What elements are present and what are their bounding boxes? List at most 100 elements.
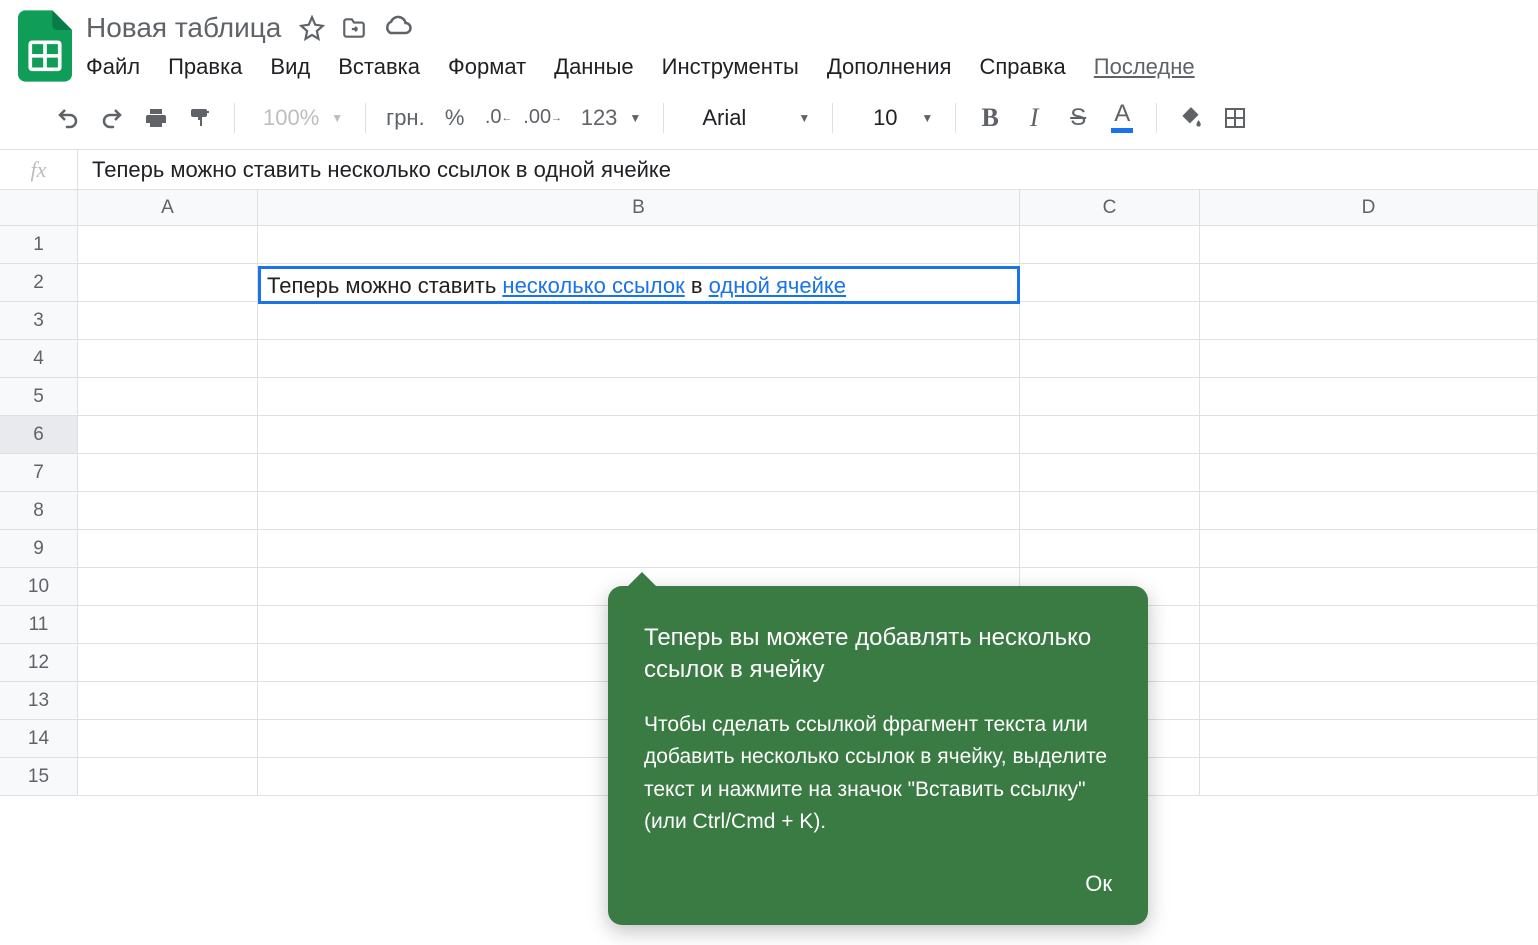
cell[interactable] [258, 454, 1020, 491]
row-header[interactable]: 7 [0, 454, 78, 491]
currency-button[interactable]: грн. [380, 98, 431, 138]
cell[interactable] [1200, 492, 1538, 529]
redo-button[interactable] [92, 98, 132, 138]
row-header[interactable]: 3 [0, 302, 78, 339]
print-button[interactable] [136, 98, 176, 138]
cell[interactable] [1200, 226, 1538, 263]
cell[interactable] [78, 454, 258, 491]
column-header-b[interactable]: B [258, 190, 1020, 225]
cell[interactable] [1020, 454, 1200, 491]
cell[interactable] [78, 606, 258, 643]
cell[interactable] [1200, 340, 1538, 377]
cell[interactable] [1020, 416, 1200, 453]
cell[interactable] [78, 340, 258, 377]
cell[interactable] [1200, 264, 1538, 301]
increase-decimal-button[interactable]: .00→ [523, 98, 563, 138]
font-family-dropdown[interactable]: Arial▼ [678, 105, 818, 131]
menu-data[interactable]: Данные [554, 54, 633, 80]
cell[interactable] [1020, 340, 1200, 377]
cell[interactable] [258, 378, 1020, 415]
cell[interactable] [1200, 454, 1538, 491]
cell[interactable] [258, 416, 1020, 453]
cell[interactable] [1020, 264, 1200, 301]
cell[interactable] [78, 568, 258, 605]
row-header[interactable]: 15 [0, 758, 78, 795]
cell[interactable] [78, 720, 258, 757]
cell[interactable] [1020, 378, 1200, 415]
zoom-dropdown[interactable]: 100%▼ [249, 105, 351, 131]
fill-color-button[interactable] [1171, 98, 1211, 138]
bold-button[interactable]: B [970, 98, 1010, 138]
borders-button[interactable] [1215, 98, 1255, 138]
row-header[interactable]: 14 [0, 720, 78, 757]
cell[interactable] [258, 226, 1020, 263]
star-icon[interactable] [299, 15, 325, 41]
cell[interactable] [258, 302, 1020, 339]
cell[interactable] [1200, 302, 1538, 339]
cell[interactable] [1200, 720, 1538, 757]
row-header[interactable]: 2 [0, 264, 78, 301]
number-format-dropdown[interactable]: 123▼ [567, 105, 650, 131]
cell[interactable] [78, 682, 258, 719]
cell[interactable] [78, 416, 258, 453]
menu-file[interactable]: Файл [86, 54, 140, 80]
cell[interactable] [1200, 758, 1538, 795]
cloud-status-icon[interactable] [383, 15, 413, 41]
cell[interactable] [1020, 492, 1200, 529]
cell[interactable] [1020, 530, 1200, 567]
paint-format-button[interactable] [180, 98, 220, 138]
menu-insert[interactable]: Вставка [338, 54, 420, 80]
cell[interactable] [1200, 568, 1538, 605]
cell[interactable] [78, 758, 258, 795]
column-header-c[interactable]: C [1020, 190, 1200, 225]
decrease-decimal-button[interactable]: .0← [479, 98, 519, 138]
cell[interactable] [258, 340, 1020, 377]
italic-button[interactable]: I [1014, 98, 1054, 138]
formula-input[interactable] [78, 150, 1538, 189]
text-color-button[interactable]: A [1102, 98, 1142, 138]
cell[interactable] [258, 492, 1020, 529]
undo-button[interactable] [48, 98, 88, 138]
menu-last-edit[interactable]: Последне [1094, 54, 1195, 80]
cell[interactable] [1200, 682, 1538, 719]
menu-format[interactable]: Формат [448, 54, 526, 80]
row-header[interactable]: 5 [0, 378, 78, 415]
column-header-a[interactable]: A [78, 190, 258, 225]
cell[interactable] [1200, 530, 1538, 567]
select-all-corner[interactable] [0, 190, 78, 225]
row-header[interactable]: 1 [0, 226, 78, 263]
row-header[interactable]: 10 [0, 568, 78, 605]
cell[interactable] [1200, 416, 1538, 453]
row-header[interactable]: 13 [0, 682, 78, 719]
menu-view[interactable]: Вид [270, 54, 310, 80]
row-header[interactable]: 9 [0, 530, 78, 567]
menu-edit[interactable]: Правка [168, 54, 242, 80]
percent-button[interactable]: % [435, 98, 475, 138]
cell[interactable] [258, 264, 1020, 301]
cell[interactable] [1200, 644, 1538, 681]
cell[interactable] [78, 378, 258, 415]
row-header[interactable]: 4 [0, 340, 78, 377]
move-icon[interactable] [341, 15, 367, 41]
row-header[interactable]: 12 [0, 644, 78, 681]
cell[interactable] [258, 530, 1020, 567]
document-title[interactable]: Новая таблица [86, 12, 281, 44]
cell[interactable] [78, 302, 258, 339]
column-header-d[interactable]: D [1200, 190, 1538, 225]
cell[interactable] [1200, 606, 1538, 643]
cell[interactable] [1020, 302, 1200, 339]
menu-tools[interactable]: Инструменты [662, 54, 799, 80]
cell[interactable] [78, 226, 258, 263]
row-header[interactable]: 6 [0, 416, 78, 453]
row-header[interactable]: 8 [0, 492, 78, 529]
menu-help[interactable]: Справка [979, 54, 1065, 80]
sheets-logo[interactable] [18, 10, 72, 82]
font-size-dropdown[interactable]: 10▼ [847, 105, 941, 131]
menu-addons[interactable]: Дополнения [827, 54, 952, 80]
cell[interactable] [78, 530, 258, 567]
cell[interactable] [78, 644, 258, 681]
cell[interactable] [78, 264, 258, 301]
strikethrough-button[interactable]: S [1058, 98, 1098, 138]
cell[interactable] [1200, 378, 1538, 415]
tooltip-ok-button[interactable]: Ок [644, 871, 1112, 897]
